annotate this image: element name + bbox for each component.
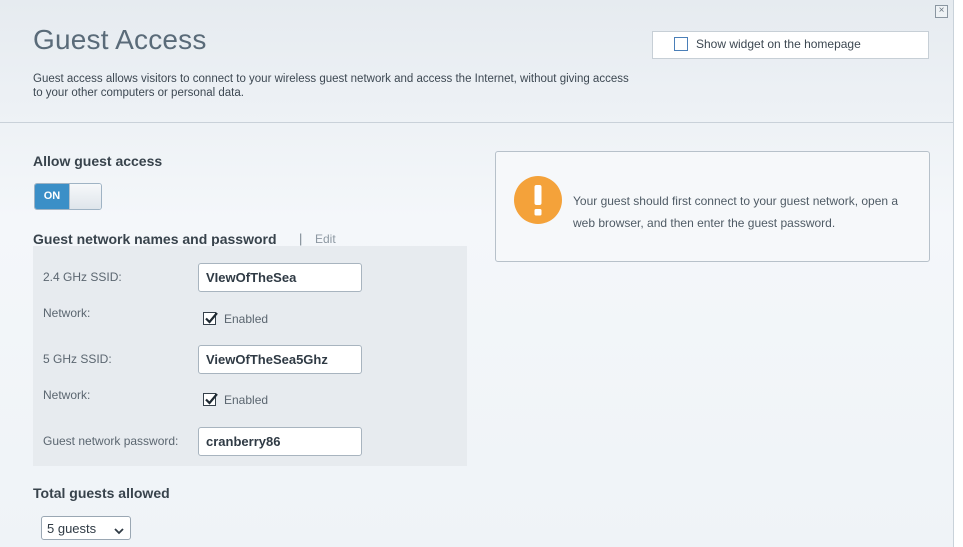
info-notice: Your guest should first connect to your …	[495, 151, 930, 262]
total-guests-value: 5 guests	[47, 521, 97, 536]
ssid24-input[interactable]: VIewOfTheSea	[198, 263, 362, 292]
edit-separator: |	[299, 231, 303, 246]
ssid5-label: 5 GHz SSID:	[43, 352, 112, 366]
checkmark-icon[interactable]	[203, 312, 218, 325]
password-label: Guest network password:	[43, 434, 179, 448]
networks-title: Guest network names and password	[33, 231, 277, 247]
total-guests-title: Total guests allowed	[33, 485, 170, 501]
allow-guest-title: Allow guest access	[33, 153, 163, 169]
network24-label: Network:	[43, 306, 91, 320]
info-text: Your guest should first connect to your …	[573, 194, 899, 230]
window-right-border	[953, 0, 963, 547]
show-widget-label: Show widget on the homepage	[696, 37, 861, 51]
total-guests-select[interactable]: 5 guests	[41, 516, 131, 540]
show-widget-checkbox[interactable]: Show widget on the homepage	[652, 31, 929, 59]
network24-enabled-label: Enabled	[224, 312, 269, 326]
checkbox-unchecked-icon[interactable]	[674, 37, 688, 51]
page-title: Guest Access	[33, 24, 207, 55]
network5-enabled-label: Enabled	[224, 393, 269, 407]
warning-icon	[513, 175, 563, 225]
toggle-knob	[69, 184, 101, 209]
page-description: Guest access allows visitors to connect …	[33, 73, 629, 99]
allow-guest-toggle[interactable]: ON	[34, 183, 102, 210]
network5-label: Network:	[43, 388, 91, 402]
guest-access-window: × Guest Access Show widget on the homepa…	[0, 0, 953, 547]
chevron-down-icon	[114, 523, 124, 541]
toggle-on-label: ON	[35, 184, 69, 209]
ssid5-input[interactable]: ViewOfTheSea5Ghz	[198, 345, 362, 374]
edit-link[interactable]: Edit	[315, 232, 336, 246]
password-input[interactable]: cranberry86	[198, 427, 362, 456]
ssid24-label: 2.4 GHz SSID:	[43, 270, 122, 284]
page-header: Guest Access Show widget on the homepage…	[0, 0, 953, 123]
checkmark-icon[interactable]	[203, 393, 218, 406]
network-settings-panel: 2.4 GHz SSID: VIewOfTheSea Network: Enab…	[33, 246, 467, 466]
